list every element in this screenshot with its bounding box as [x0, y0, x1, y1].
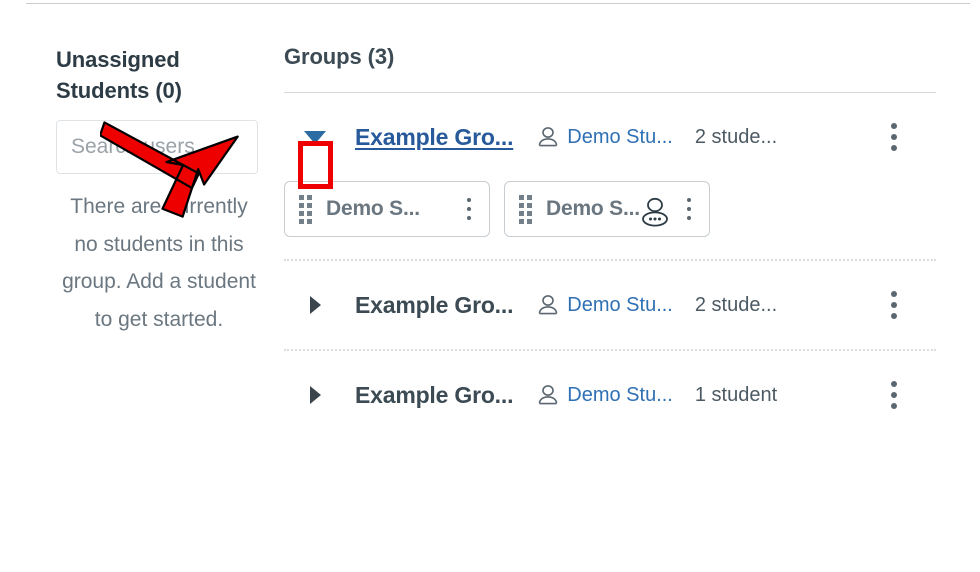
person-cursor-icon [642, 197, 668, 227]
group-members-list: Demo S... Demo S... [284, 181, 936, 259]
person-icon [538, 127, 558, 147]
kebab-dot [891, 134, 897, 140]
kebab-dot [467, 216, 471, 220]
group-leader: Demo Stu... [535, 124, 673, 150]
group-leader-link[interactable]: Demo Stu... [567, 126, 673, 149]
group-student-count: 2 stude... [694, 293, 778, 316]
group-student-count: 1 student [694, 383, 778, 406]
groups-page: Unassigned Students (0) There are curren… [0, 0, 980, 572]
member-card[interactable]: Demo S... [504, 181, 710, 237]
kebab-dot [891, 381, 897, 387]
group-name-link[interactable]: Example Gro... [355, 382, 513, 409]
kebab-dot [467, 207, 471, 211]
group-menu-button[interactable] [880, 378, 908, 412]
caret-right-icon [309, 296, 321, 314]
caret-down-icon [304, 130, 326, 144]
caret-right-icon [309, 386, 321, 404]
unassigned-students-panel: Unassigned Students (0) There are curren… [56, 44, 262, 338]
group-row[interactable]: Example Gro... Demo Stu... 1 student [284, 351, 936, 439]
group-menu-button[interactable] [880, 288, 908, 322]
group-student-count: 2 stude... [694, 125, 778, 148]
person-icon [538, 295, 558, 315]
kebab-dot [891, 403, 897, 409]
person-icon [538, 385, 558, 405]
group-leader: Demo Stu... [535, 382, 673, 408]
kebab-dot [687, 207, 691, 211]
group-name-link[interactable]: Example Gro... [355, 292, 513, 319]
expand-collapse-toggle[interactable] [300, 130, 330, 144]
kebab-dot [891, 302, 897, 308]
kebab-dot [891, 313, 897, 319]
group-name-link[interactable]: Example Gro... [355, 124, 513, 151]
kebab-dot [687, 198, 691, 202]
group-leader-link[interactable]: Demo Stu... [567, 294, 673, 317]
expand-collapse-toggle[interactable] [300, 386, 330, 404]
member-menu-button[interactable] [679, 196, 699, 222]
kebab-dot [891, 291, 897, 297]
drag-handle-icon[interactable] [519, 194, 532, 224]
search-wrapper [56, 120, 262, 175]
group-menu-button[interactable] [880, 120, 908, 154]
expand-collapse-toggle[interactable] [300, 296, 330, 314]
kebab-dot [891, 392, 897, 398]
drag-handle-icon[interactable] [299, 194, 312, 224]
member-name: Demo S... [326, 197, 420, 220]
unassigned-students-title: Unassigned Students (0) [56, 47, 182, 104]
kebab-dot [891, 123, 897, 129]
group-leader-link[interactable]: Demo Stu... [567, 384, 673, 407]
group-row[interactable]: Example Gro... Demo Stu... 2 stude... [284, 93, 936, 181]
group-row[interactable]: Example Gro... Demo Stu... 2 stude... [284, 261, 936, 349]
groups-panel: Groups (3) Example Gro... Demo Stu... 2 … [284, 44, 936, 439]
member-menu-button[interactable] [459, 196, 479, 222]
member-card[interactable]: Demo S... [284, 181, 490, 237]
kebab-dot [467, 198, 471, 202]
search-users-input[interactable] [56, 120, 258, 175]
empty-state-message: There are currently no students in this … [62, 195, 256, 331]
member-name: Demo S... [546, 197, 640, 220]
kebab-dot [891, 145, 897, 151]
group-leader: Demo Stu... [535, 292, 673, 318]
kebab-dot [687, 216, 691, 220]
groups-title: Groups (3) [284, 44, 395, 69]
top-divider [26, 3, 970, 4]
